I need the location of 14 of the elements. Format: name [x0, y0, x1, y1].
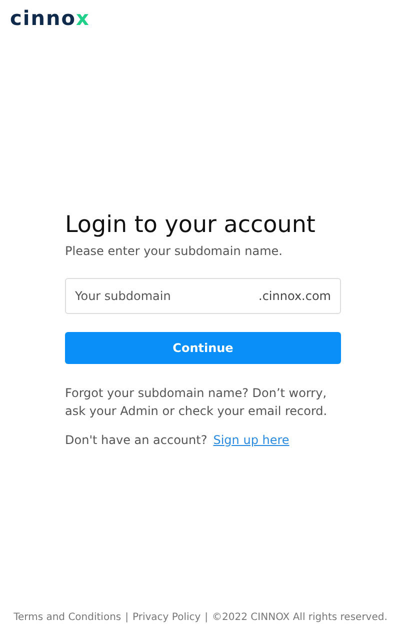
subdomain-field[interactable]: Your subdomain .cinnox.com: [65, 278, 341, 314]
domain-suffix: .cinnox.com: [258, 289, 331, 303]
signup-link[interactable]: Sign up here: [213, 433, 290, 447]
page-heading: Login to your account: [65, 211, 316, 240]
logo: cinnox: [10, 6, 90, 30]
footer-link[interactable]: Terms and Conditions: [14, 612, 122, 623]
copyright-text: ©2022 CINNOX All rights reserved.: [212, 612, 388, 623]
footer-separator: |: [125, 612, 129, 623]
footer-separator: |: [204, 612, 208, 623]
subtitle: Please enter your subdomain name.: [65, 244, 284, 258]
footer-link[interactable]: Privacy Policy: [132, 612, 201, 623]
continue-button[interactable]: Continue: [65, 332, 341, 364]
signup-prompt: Don't have an account?: [65, 433, 208, 447]
help-text: Forgot your subdomain name? Don’t worry, ask your Admin or check your email record.: [65, 385, 328, 420]
